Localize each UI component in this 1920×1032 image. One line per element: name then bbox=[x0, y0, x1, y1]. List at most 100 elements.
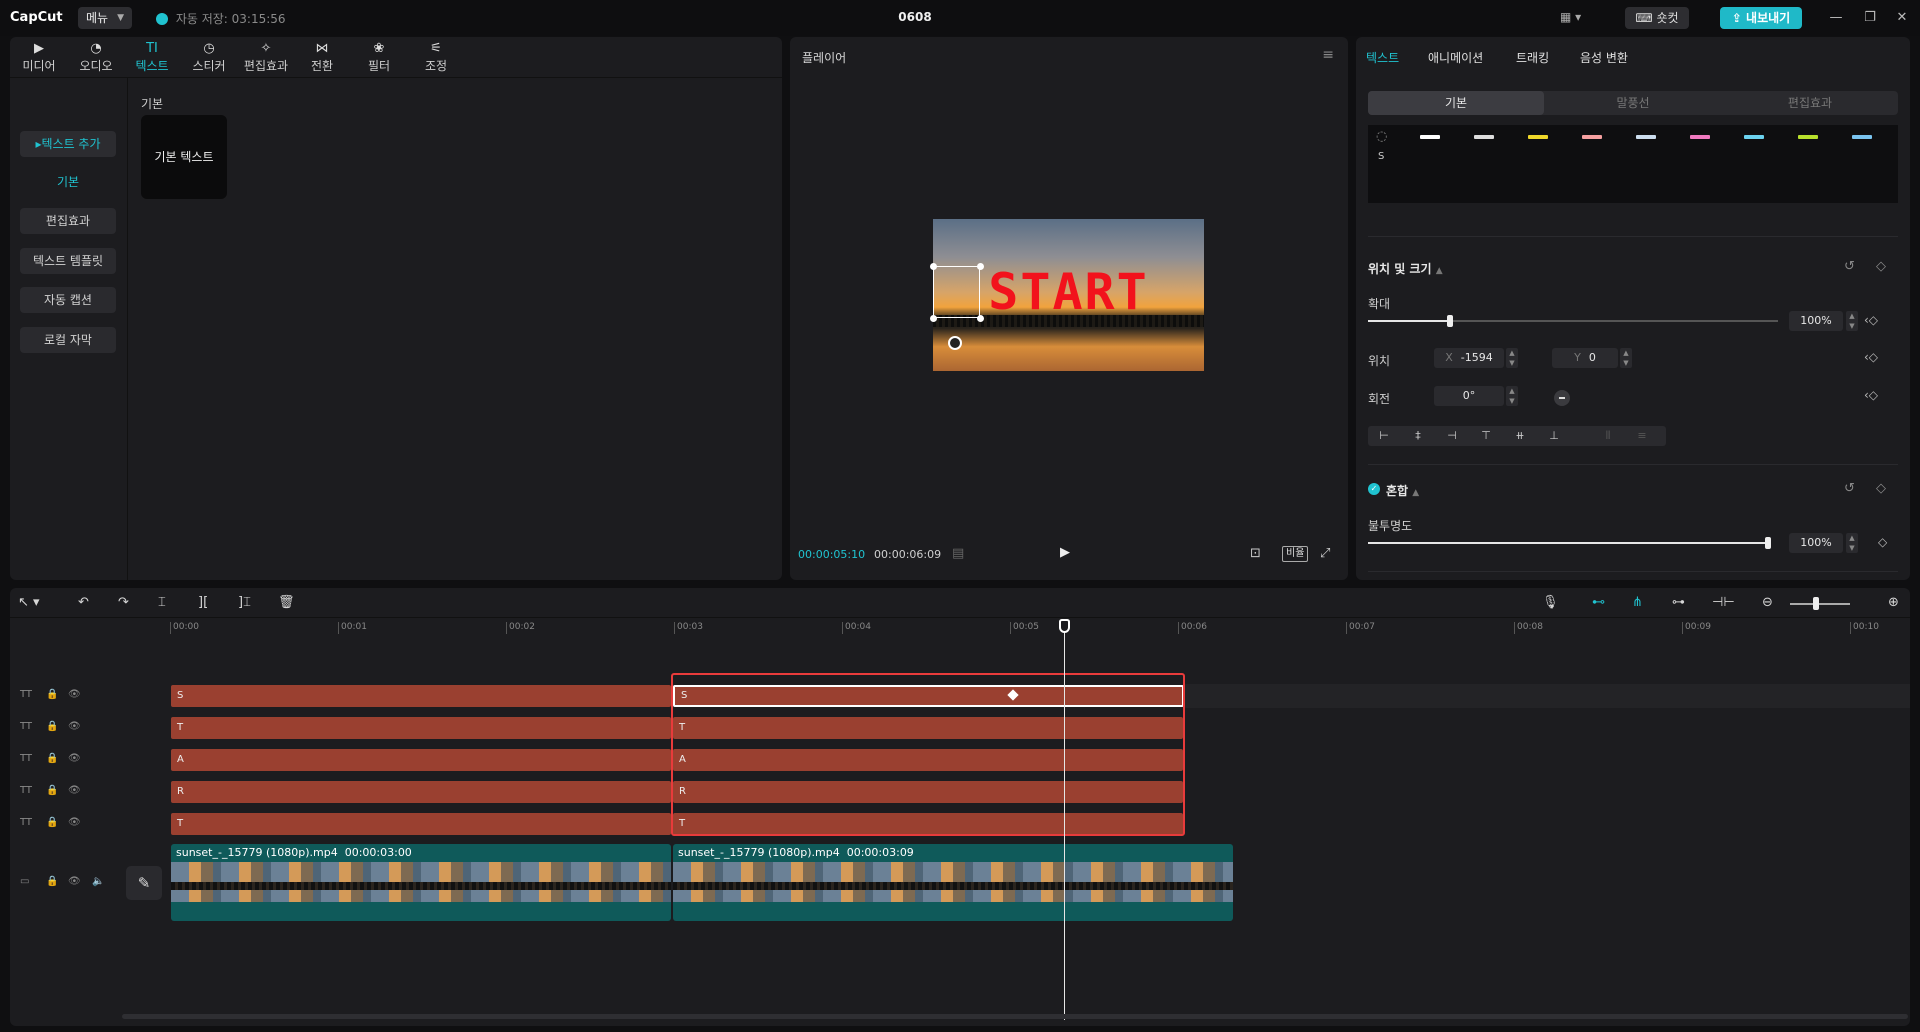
tab-voice[interactable]: 음성 변환 bbox=[1580, 49, 1628, 66]
preset-style[interactable] bbox=[1744, 135, 1764, 139]
default-text-card[interactable]: 기본 텍스트 bbox=[141, 115, 227, 199]
tab-media[interactable]: ▶ 미디어 bbox=[13, 41, 65, 75]
keyframe-nav-icon[interactable]: ‹◇ bbox=[1864, 313, 1878, 327]
zoom-slider[interactable] bbox=[1790, 603, 1850, 605]
lock-icon[interactable]: 🔒 bbox=[46, 689, 58, 700]
blend-title[interactable]: 혼합 ▲ bbox=[1386, 482, 1419, 499]
eye-icon[interactable]: 👁 bbox=[68, 817, 81, 828]
rotate-handle[interactable] bbox=[948, 336, 962, 350]
eye-icon[interactable]: 👁 bbox=[68, 689, 81, 700]
fit-screen-icon[interactable]: ⊡ bbox=[1250, 546, 1261, 561]
edit-cover-button[interactable]: ✎ bbox=[126, 866, 162, 900]
minimize-icon[interactable]: — bbox=[1826, 8, 1846, 28]
zoom-in-icon[interactable]: ⊕ bbox=[1888, 595, 1899, 610]
tab-effects[interactable]: ✧ 편집효과 bbox=[240, 41, 292, 75]
align-left-icon[interactable]: ⊢ bbox=[1374, 428, 1394, 444]
play-icon[interactable]: ▶ bbox=[1060, 545, 1070, 560]
align-center-h-icon[interactable]: ‡ bbox=[1408, 428, 1428, 444]
preset-style[interactable] bbox=[1420, 135, 1440, 139]
scale-slider-knob[interactable] bbox=[1447, 315, 1453, 327]
video-clip[interactable]: sunset_-_15779 (1080p).mp4 00:00:03:09 bbox=[673, 844, 1233, 921]
resize-handle[interactable] bbox=[977, 315, 984, 322]
hamburger-icon[interactable]: ≡ bbox=[1322, 47, 1334, 63]
zoom-slider-knob[interactable] bbox=[1813, 597, 1819, 610]
preset-style[interactable] bbox=[1636, 135, 1656, 139]
side-item-add-text[interactable]: ▸텍스트 추가 bbox=[20, 131, 116, 157]
side-item-basic[interactable]: 기본 bbox=[20, 169, 116, 195]
text-clip[interactable]: A bbox=[171, 749, 671, 771]
restore-icon[interactable]: ❐ bbox=[1860, 8, 1880, 28]
preset-style[interactable] bbox=[1582, 135, 1602, 139]
position-x-input[interactable]: X -1594 bbox=[1434, 348, 1504, 368]
lock-icon[interactable]: 🔒 bbox=[46, 721, 58, 732]
text-clip[interactable]: T bbox=[171, 813, 671, 835]
position-size-title[interactable]: 위치 및 크기 ▲ bbox=[1368, 260, 1443, 277]
tab-text[interactable]: TI 텍스트 bbox=[126, 41, 178, 75]
main-track-magnet-icon[interactable]: ⊷ bbox=[1592, 595, 1605, 610]
reset-icon[interactable]: ↺ bbox=[1844, 259, 1855, 274]
text-clip[interactable]: S bbox=[171, 685, 671, 707]
side-item-auto-caption[interactable]: 자동 캡션 bbox=[20, 287, 116, 313]
position-x-stepper[interactable]: ▲ ▼ bbox=[1506, 348, 1518, 368]
delete-icon[interactable]: 🗑 bbox=[278, 595, 295, 610]
sub-tab-basic[interactable]: 기본 bbox=[1368, 91, 1544, 115]
position-y-stepper[interactable]: ▲ ▼ bbox=[1620, 348, 1632, 368]
split-left-icon[interactable]: ][ bbox=[198, 595, 208, 610]
preset-style[interactable] bbox=[1474, 135, 1494, 139]
microphone-icon[interactable]: 🎙 bbox=[1542, 595, 1559, 610]
side-item-templates[interactable]: 텍스트 템플릿 bbox=[20, 248, 116, 274]
eye-icon[interactable]: 👁 bbox=[68, 721, 81, 732]
split-right-icon[interactable]: ]⌶ bbox=[238, 595, 251, 610]
keyframe-icon[interactable]: ◇ bbox=[1878, 535, 1887, 549]
video-clip[interactable]: sunset_-_15779 (1080p).mp4 00:00:03:00 bbox=[171, 844, 671, 921]
close-icon[interactable]: ✕ bbox=[1892, 8, 1912, 28]
eye-icon[interactable]: 👁 bbox=[68, 785, 81, 796]
text-clip[interactable]: R bbox=[171, 781, 671, 803]
sub-tab-bubble[interactable]: 말풍선 bbox=[1545, 91, 1721, 115]
reset-icon[interactable]: ↺ bbox=[1844, 481, 1855, 496]
sub-tab-effects[interactable]: 편집효과 bbox=[1722, 91, 1898, 115]
opacity-input[interactable]: 100% bbox=[1789, 533, 1843, 553]
distribute-h-icon[interactable]: ⫴ bbox=[1598, 428, 1618, 444]
shortcut-button[interactable]: ⌨ 숏컷 bbox=[1625, 7, 1689, 29]
tab-adjust[interactable]: ⚟ 조정 bbox=[410, 41, 462, 75]
timecode-grid-icon[interactable]: ▤ bbox=[952, 546, 964, 561]
align-right-icon[interactable]: ⊣ bbox=[1442, 428, 1462, 444]
resize-handle[interactable] bbox=[930, 315, 937, 322]
text-clip[interactable]: T bbox=[171, 717, 671, 739]
tab-tracking[interactable]: 트래킹 bbox=[1516, 49, 1549, 66]
scale-stepper[interactable]: ▲ ▼ bbox=[1846, 311, 1858, 331]
align-bottom-icon[interactable]: ⊥ bbox=[1544, 428, 1564, 444]
selection-box[interactable] bbox=[933, 266, 980, 318]
fullscreen-icon[interactable]: ⤢ bbox=[1320, 546, 1330, 561]
scale-input[interactable]: 100% bbox=[1789, 311, 1843, 331]
lock-icon[interactable]: 🔒 bbox=[46, 753, 58, 764]
rotation-dial[interactable] bbox=[1554, 390, 1570, 406]
resize-handle[interactable] bbox=[930, 263, 937, 270]
preset-style[interactable] bbox=[1852, 135, 1872, 139]
opacity-stepper[interactable]: ▲ ▼ bbox=[1846, 533, 1858, 553]
eye-icon[interactable]: 👁 bbox=[68, 876, 81, 887]
speaker-icon[interactable]: 🔈 bbox=[92, 876, 104, 887]
preset-style[interactable] bbox=[1798, 135, 1818, 139]
rotation-input[interactable]: 0° bbox=[1434, 386, 1504, 406]
side-item-effects[interactable]: 편집효과 bbox=[20, 208, 116, 234]
keyframe-nav-icon[interactable]: ‹◇ bbox=[1864, 388, 1878, 402]
keyframe-icon[interactable]: ◇ bbox=[1876, 259, 1886, 274]
layout-icon[interactable]: ▦ ▾ bbox=[1560, 10, 1590, 26]
opacity-slider[interactable] bbox=[1368, 542, 1768, 544]
rotation-stepper[interactable]: ▲ ▼ bbox=[1506, 386, 1518, 406]
select-tool-icon[interactable]: ↖ ▾ bbox=[18, 595, 40, 610]
auto-snap-icon[interactable]: ⋔ bbox=[1632, 595, 1643, 610]
blend-checkbox[interactable]: ✓ bbox=[1368, 483, 1380, 495]
split-icon[interactable]: ⌶ bbox=[158, 595, 166, 610]
playhead-handle[interactable] bbox=[1059, 619, 1070, 633]
tab-audio[interactable]: ◔ 오디오 bbox=[70, 41, 122, 75]
tab-sticker[interactable]: ◷ 스티커 bbox=[183, 41, 235, 75]
preset-style[interactable] bbox=[1690, 135, 1710, 139]
time-ruler[interactable]: 00:00 00:01 00:02 00:03 00:04 00:05 00:0… bbox=[170, 622, 1910, 638]
link-icon[interactable]: ⊶ bbox=[1672, 595, 1685, 610]
keyframe-icon[interactable]: ◇ bbox=[1876, 481, 1886, 496]
lock-icon[interactable]: 🔒 bbox=[46, 817, 58, 828]
zoom-out-icon[interactable]: ⊖ bbox=[1762, 595, 1773, 610]
